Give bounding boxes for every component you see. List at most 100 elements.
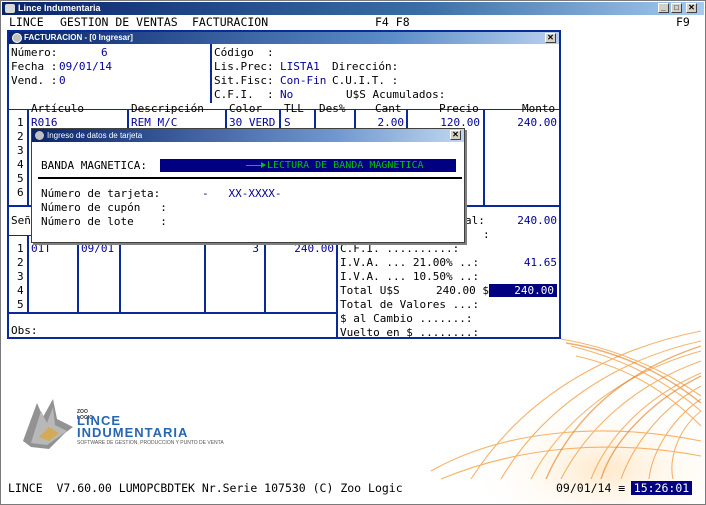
tarjeta-dialog: Ingreso de datos de tarjeta ✕ BANDA MAGN… xyxy=(31,128,465,243)
sena-label: Señ xyxy=(11,214,31,227)
row-number: 2 xyxy=(17,130,24,143)
cfi-field[interactable]: No xyxy=(280,88,293,101)
maximize-button[interactable]: □ xyxy=(671,3,682,13)
facturacion-title: FACTURACION - [0 Ingresar] xyxy=(24,33,133,42)
payments-bottom-line xyxy=(9,312,336,314)
payment-row-number: 3 xyxy=(17,270,24,283)
menu-item-f9[interactable]: F9 xyxy=(676,16,690,29)
facturacion-close-button[interactable]: ✕ xyxy=(545,33,556,43)
cambio-label: $ al Cambio .......: xyxy=(340,312,473,325)
lectura-banda-text: LECTURA DE BANDA MAGNETICA xyxy=(267,160,424,171)
cfi-label: C.F.I. : xyxy=(214,88,274,101)
version-info: LINCE V7.60.00 LUMOPCBDTEK Nr.Serie 1075… xyxy=(8,481,403,495)
status-clock: 15:26:01 xyxy=(631,481,692,495)
vend-label: Vend. : xyxy=(11,74,58,87)
col-color: Color xyxy=(229,102,263,115)
status-date: 09/01/14 ≡ xyxy=(556,481,626,495)
obs-label: Obs: xyxy=(11,324,38,337)
col-cant: Cant xyxy=(375,102,402,115)
direccion-label: Dirección: xyxy=(332,60,399,73)
vend-field[interactable]: 0 xyxy=(59,74,66,87)
minimize-button[interactable]: _ xyxy=(658,3,669,13)
banda-magnetica-label: BANDA MAGNETICA: xyxy=(41,159,147,172)
status-bar: LINCE V7.60.00 LUMOPCBDTEK Nr.Serie 1075… xyxy=(2,480,704,496)
window-icon xyxy=(35,131,44,140)
payment-date[interactable]: 09/01 xyxy=(81,242,114,255)
close-button[interactable]: ✕ xyxy=(686,3,697,13)
fecha-label: Fecha : xyxy=(11,60,58,73)
lince-logo: ZOO LOGIC LINCE INDUMENTARIA SOFTWARE DE… xyxy=(19,393,224,457)
numero-label: Número: xyxy=(11,46,58,59)
row-number: 4 xyxy=(17,158,24,171)
arrow-head-icon xyxy=(261,162,266,168)
app-icon xyxy=(5,4,15,13)
logo-tagline: SOFTWARE DE GESTION, PRODUCCION Y PUNTO … xyxy=(77,440,224,446)
uss-acumulados-label: U$S Acumulados: xyxy=(346,88,446,101)
col-articulo: Artículo xyxy=(31,102,84,115)
grid-line xyxy=(27,110,29,206)
vuelto-label: Vuelto en $ ........: xyxy=(340,326,480,339)
total-value: 240.00 xyxy=(489,284,557,297)
numero-field[interactable]: 6 xyxy=(101,46,108,59)
payment-row-number: 1 xyxy=(17,242,24,255)
payment-row-number: 5 xyxy=(17,298,24,311)
row-number: 6 xyxy=(17,186,24,199)
iva-21-label: I.V.A. ... 21.00% ..: xyxy=(340,256,480,269)
logo-line2: INDUMENTARIA xyxy=(77,425,189,440)
obs-field[interactable] xyxy=(39,337,336,338)
menu-item-facturacion[interactable]: FACTURACION xyxy=(192,16,268,29)
window-title: Lince Indumentaria xyxy=(18,3,101,13)
window-icon xyxy=(12,33,22,43)
tarjeta-dialog-title: Ingreso de datos de tarjeta xyxy=(47,131,143,140)
fecha-field[interactable]: 09/01/14 xyxy=(59,60,112,73)
cfi-total-label: C.F.I. ..........: xyxy=(340,242,460,255)
lisprec-field[interactable]: LISTA1 xyxy=(280,60,320,73)
tarjeta-dialog-title-bar: Ingreso de datos de tarjeta ✕ xyxy=(32,129,464,142)
numero-cupon-label: Número de cupón : xyxy=(41,201,167,214)
payment-row-number: 4 xyxy=(17,284,24,297)
total-uss-label: Total U$S xyxy=(340,284,400,297)
subtotal-label: al: xyxy=(465,214,485,227)
total-valores-label: Total de Valores ...: xyxy=(340,298,480,311)
iva-105-label: I.V.A. ... 10.50% ..: xyxy=(340,270,480,283)
payment-row-number: 2 xyxy=(17,256,24,269)
iva-21-value: 41.65 xyxy=(523,256,557,269)
col-tll: TLL xyxy=(284,102,304,115)
dialog-separator xyxy=(38,177,462,179)
cuit-label: C.U.I.T. : xyxy=(332,74,399,87)
payment-cuotas[interactable]: 3 xyxy=(219,242,259,255)
totals-dots: : xyxy=(483,228,490,241)
numero-tarjeta-label: Número de tarjeta: xyxy=(41,187,161,200)
menu-item-f4-f8[interactable]: F4 F8 xyxy=(375,16,410,29)
payment-amount[interactable]: 240.00 xyxy=(267,242,334,255)
numero-lote-label: Número de lote : xyxy=(41,215,167,228)
sitfisc-label: Sit.Fisc: xyxy=(214,74,274,87)
app-window: Lince Indumentaria _ □ ✕ LINCE GESTION D… xyxy=(0,0,706,505)
col-descripcion: Descripción xyxy=(131,102,204,115)
row-number: 5 xyxy=(17,172,24,185)
col-monto: Monto xyxy=(522,102,556,115)
payment-code[interactable]: 01T xyxy=(31,242,51,255)
grid-line xyxy=(264,236,266,313)
subtotal-value: 240.00 xyxy=(517,214,557,227)
title-bar: Lince Indumentaria _ □ ✕ xyxy=(2,2,704,15)
codigo-label: Código : xyxy=(214,46,274,59)
header-divider xyxy=(210,44,212,103)
col-des: Des% xyxy=(319,102,346,115)
menu-bar: LINCE GESTION DE VENTAS FACTURACION F4 F… xyxy=(2,15,704,30)
grid-line xyxy=(483,110,485,206)
tarjeta-close-button[interactable]: ✕ xyxy=(450,130,461,140)
banda-magnetica-field[interactable]: LECTURA DE BANDA MAGNETICA xyxy=(160,159,456,172)
grid-line xyxy=(27,236,29,313)
row-number: 1 xyxy=(17,116,24,129)
total-uss-value: 240.00 $ xyxy=(436,284,489,297)
menu-item-gestion-de-ventas[interactable]: GESTION DE VENTAS xyxy=(60,16,178,29)
lynx-logo-icon xyxy=(23,399,73,449)
menu-item-lince[interactable]: LINCE xyxy=(9,16,44,29)
grid-line xyxy=(204,236,206,313)
sitfisc-field[interactable]: Con-Fin xyxy=(280,74,326,87)
row-number: 3 xyxy=(17,144,24,157)
numero-tarjeta-field[interactable]: - XX-XXXX- xyxy=(202,187,281,200)
facturacion-title-bar: FACTURACION - [0 Ingresar] ✕ xyxy=(9,32,559,44)
col-precio: Precio xyxy=(439,102,479,115)
